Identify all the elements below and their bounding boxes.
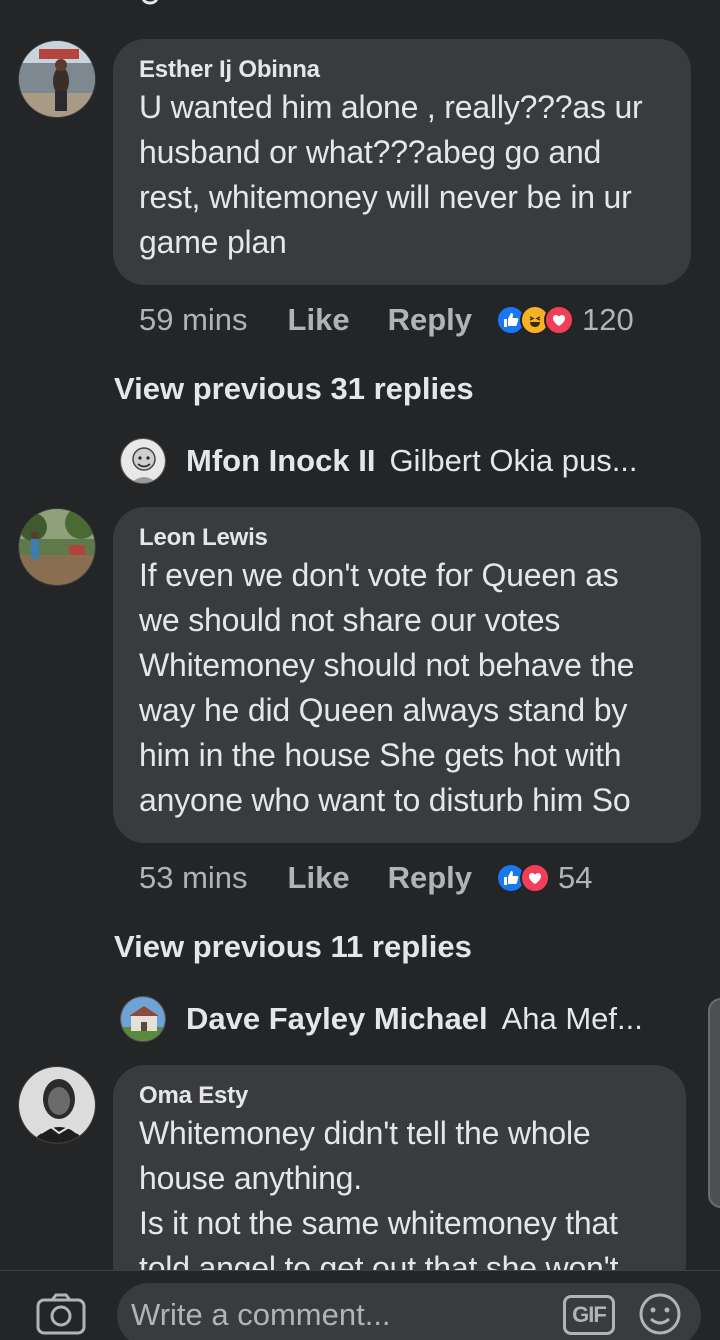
comment-author[interactable]: Leon Lewis xyxy=(139,523,675,553)
comment-input-container[interactable]: GIF xyxy=(117,1283,701,1340)
reaction-count[interactable]: 120 xyxy=(582,302,634,338)
comment-actions: 53 mins Like Reply 54 xyxy=(139,858,592,898)
avatar[interactable] xyxy=(18,40,96,118)
gif-button[interactable]: GIF xyxy=(563,1295,615,1335)
reaction-count[interactable]: 54 xyxy=(558,860,592,896)
reply-author: Mfon Inock II xyxy=(186,443,376,478)
comment-text: If even we don't vote for Queen as we sh… xyxy=(139,557,635,818)
cut-off-text xyxy=(140,0,160,6)
love-icon xyxy=(520,863,550,893)
comment-input[interactable] xyxy=(131,1291,551,1339)
reactions-summary[interactable] xyxy=(496,305,574,335)
comment-time[interactable]: 53 mins xyxy=(139,860,248,896)
comment-bubble[interactable]: Leon Lewis If even we don't vote for Que… xyxy=(113,507,701,843)
reply-snippet: Gilbert Okia pus... xyxy=(389,443,638,478)
love-icon xyxy=(544,305,574,335)
view-previous-replies[interactable]: View previous 11 replies xyxy=(114,927,472,967)
comment-actions: 59 mins Like Reply 120 xyxy=(139,300,634,340)
like-button[interactable]: Like xyxy=(288,860,350,896)
latest-reply-preview[interactable]: Dave Fayley Michael Aha Mef... xyxy=(120,994,643,1044)
comment-bubble[interactable]: Oma Esty Whitemoney didn't tell the whol… xyxy=(113,1065,686,1295)
comment-text: U wanted him alone , really???as ur husb… xyxy=(139,89,643,260)
reply-avatar xyxy=(120,438,166,484)
reply-avatar xyxy=(120,996,166,1042)
camera-icon[interactable] xyxy=(36,1293,86,1335)
comment-bubble[interactable]: Esther Ij Obinna U wanted him alone , re… xyxy=(113,39,691,285)
comment-text: Whitemoney didn't tell the whole house a… xyxy=(139,1115,619,1286)
like-button[interactable]: Like xyxy=(288,302,350,338)
comment-time[interactable]: 59 mins xyxy=(139,302,248,338)
scrollbar-handle[interactable] xyxy=(708,998,720,1208)
view-previous-replies[interactable]: View previous 31 replies xyxy=(114,369,474,409)
reply-button[interactable]: Reply xyxy=(388,860,472,896)
reactions-summary[interactable] xyxy=(496,863,550,893)
reply-button[interactable]: Reply xyxy=(388,302,472,338)
latest-reply-preview[interactable]: Mfon Inock II Gilbert Okia pus... xyxy=(120,436,638,486)
avatar[interactable] xyxy=(18,508,96,586)
reply-author: Dave Fayley Michael xyxy=(186,1001,488,1036)
avatar[interactable] xyxy=(18,1066,96,1144)
comment-author[interactable]: Esther Ij Obinna xyxy=(139,55,665,85)
reply-snippet: Aha Mef... xyxy=(501,1001,643,1036)
comment-author[interactable]: Oma Esty xyxy=(139,1081,660,1111)
emoji-icon[interactable] xyxy=(637,1291,683,1337)
comment-composer: GIF xyxy=(0,1270,720,1340)
